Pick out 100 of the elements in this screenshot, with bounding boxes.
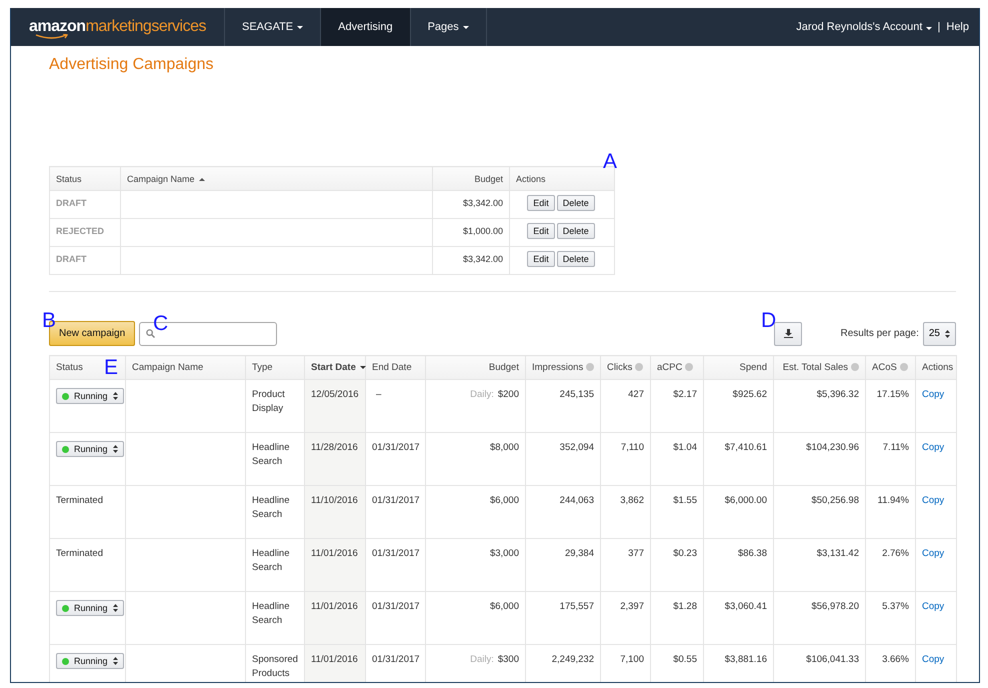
copy-link[interactable]: Copy	[922, 442, 944, 453]
budget-text: $1,000.00	[462, 226, 503, 236]
delete-button[interactable]: Delete	[556, 251, 595, 267]
column-header[interactable]: Type	[246, 356, 304, 380]
status-text: DRAFT	[56, 254, 86, 264]
status-select[interactable]: Running	[56, 653, 124, 669]
column-header[interactable]: Impressions	[526, 356, 600, 380]
table-cell: $8,000	[490, 442, 519, 453]
table-cell: $104,230.96	[806, 442, 859, 453]
column-header[interactable]: Campaign Name	[120, 166, 432, 190]
table-cell: 01/31/2017	[372, 654, 420, 665]
copy-link[interactable]: Copy	[922, 495, 944, 506]
table-cell: 11/28/2016	[311, 442, 358, 453]
help-link[interactable]: Help	[946, 21, 969, 33]
status-select[interactable]: Running	[56, 441, 124, 457]
table-cell: $1.28	[673, 601, 697, 612]
account-menu[interactable]: Jarod Reynolds's Account	[796, 21, 932, 33]
table-cell: 3,862	[620, 495, 644, 506]
nav-tab[interactable]: Advertising	[321, 8, 411, 46]
column-header[interactable]: Start Date	[304, 356, 366, 380]
table-cell: $0.23	[673, 548, 697, 559]
status-text: Terminated	[56, 548, 103, 559]
table-cell: $0.55	[673, 654, 697, 665]
column-header[interactable]: Campaign Name	[126, 356, 246, 380]
table-cell: $300	[498, 654, 519, 665]
table-cell: $6,000.00	[724, 495, 767, 506]
table-cell: 7,100	[620, 654, 644, 665]
table-cell: 7,110	[620, 442, 644, 453]
table-cell: 11/10/2016	[311, 495, 358, 506]
table-cell: $6,000	[490, 601, 519, 612]
updown-icon	[112, 392, 118, 400]
table-cell: 01/31/2017	[372, 601, 420, 612]
table-cell: $1.55	[673, 495, 697, 506]
table-cell: 11.94%	[877, 495, 909, 506]
table-cell: 01/31/2017	[372, 495, 420, 506]
column-header[interactable]: ACoS	[866, 356, 916, 380]
column-header[interactable]: Budget	[432, 166, 510, 190]
table-cell: Product Display	[252, 389, 285, 414]
updown-icon	[945, 330, 950, 338]
column-header[interactable]: Actions	[916, 356, 956, 380]
table-cell: 11/01/2016	[311, 548, 358, 559]
status-select[interactable]: Running	[56, 388, 124, 404]
edit-button[interactable]: Edit	[527, 251, 555, 267]
column-header[interactable]: Est. Total Sales	[774, 356, 866, 380]
table-cell: 427	[628, 389, 644, 400]
copy-link[interactable]: Copy	[922, 548, 944, 559]
logo[interactable]: amazonmarketingservices	[28, 18, 206, 36]
column-header[interactable]: Budget	[426, 356, 526, 380]
results-select[interactable]: 25	[922, 322, 956, 346]
column-header[interactable]: Clicks	[600, 356, 650, 380]
table-cell: 01/31/2017	[372, 548, 420, 559]
table-cell: 245,135	[560, 389, 594, 400]
edit-button[interactable]: Edit	[527, 195, 555, 211]
budget-text: $3,342.00	[462, 254, 503, 264]
table-cell: 2,249,232	[552, 654, 594, 665]
table-cell: 3.66%	[882, 654, 909, 665]
table-cell: $3,881.16	[724, 654, 767, 665]
table-cell: Headline Search	[252, 442, 290, 467]
table-cell: $5,396.32	[816, 389, 859, 400]
table-cell: $1.04	[673, 442, 697, 453]
download-button[interactable]	[774, 322, 802, 346]
table-cell: 377	[628, 548, 644, 559]
column-header[interactable]: End Date	[366, 356, 426, 380]
table-cell: $3,000	[490, 548, 519, 559]
table-cell: $3,131.42	[816, 548, 859, 559]
table-cell: $56,978.20	[811, 601, 859, 612]
table-cell: $2.17	[673, 389, 697, 400]
annotation-letter: C	[153, 313, 168, 334]
column-header[interactable]: Status	[50, 166, 120, 190]
table-cell: 352,094	[560, 442, 594, 453]
column-header[interactable]: aCPC	[650, 356, 704, 380]
column-header[interactable]: Spend	[704, 356, 774, 380]
search-icon	[146, 329, 156, 338]
updown-icon	[112, 604, 118, 612]
table-cell: 11/01/2016	[311, 654, 358, 665]
copy-link[interactable]: Copy	[922, 389, 944, 400]
delete-button[interactable]: Delete	[556, 195, 595, 211]
page-title: Advertising Campaigns	[49, 56, 215, 74]
copy-link[interactable]: Copy	[922, 654, 944, 665]
nav-tab[interactable]: Pages	[410, 8, 487, 46]
edit-button[interactable]: Edit	[527, 223, 555, 239]
download-icon	[784, 329, 793, 338]
updown-icon	[112, 657, 118, 665]
column-header[interactable]: Actions	[510, 166, 614, 190]
table-cell: 244,063	[560, 495, 594, 506]
status-select[interactable]: Running	[56, 600, 124, 616]
table-cell: 2,397	[620, 601, 644, 612]
table-cell: 17.15%	[876, 389, 909, 400]
results-label: Results per page:	[840, 328, 919, 339]
table-cell: 29,384	[564, 548, 594, 559]
delete-button[interactable]: Delete	[556, 223, 595, 239]
table-cell: 5.37%	[882, 601, 909, 612]
copy-link[interactable]: Copy	[922, 601, 944, 612]
budget-prefix: Daily:	[470, 389, 494, 400]
annotation-letter: E	[104, 357, 118, 378]
updown-icon	[112, 445, 118, 453]
budget-prefix: Daily:	[470, 654, 494, 665]
status-text: Terminated	[56, 495, 103, 506]
table-cell: 01/31/2017	[372, 442, 420, 453]
table-cell: $7,410.61	[724, 442, 767, 453]
